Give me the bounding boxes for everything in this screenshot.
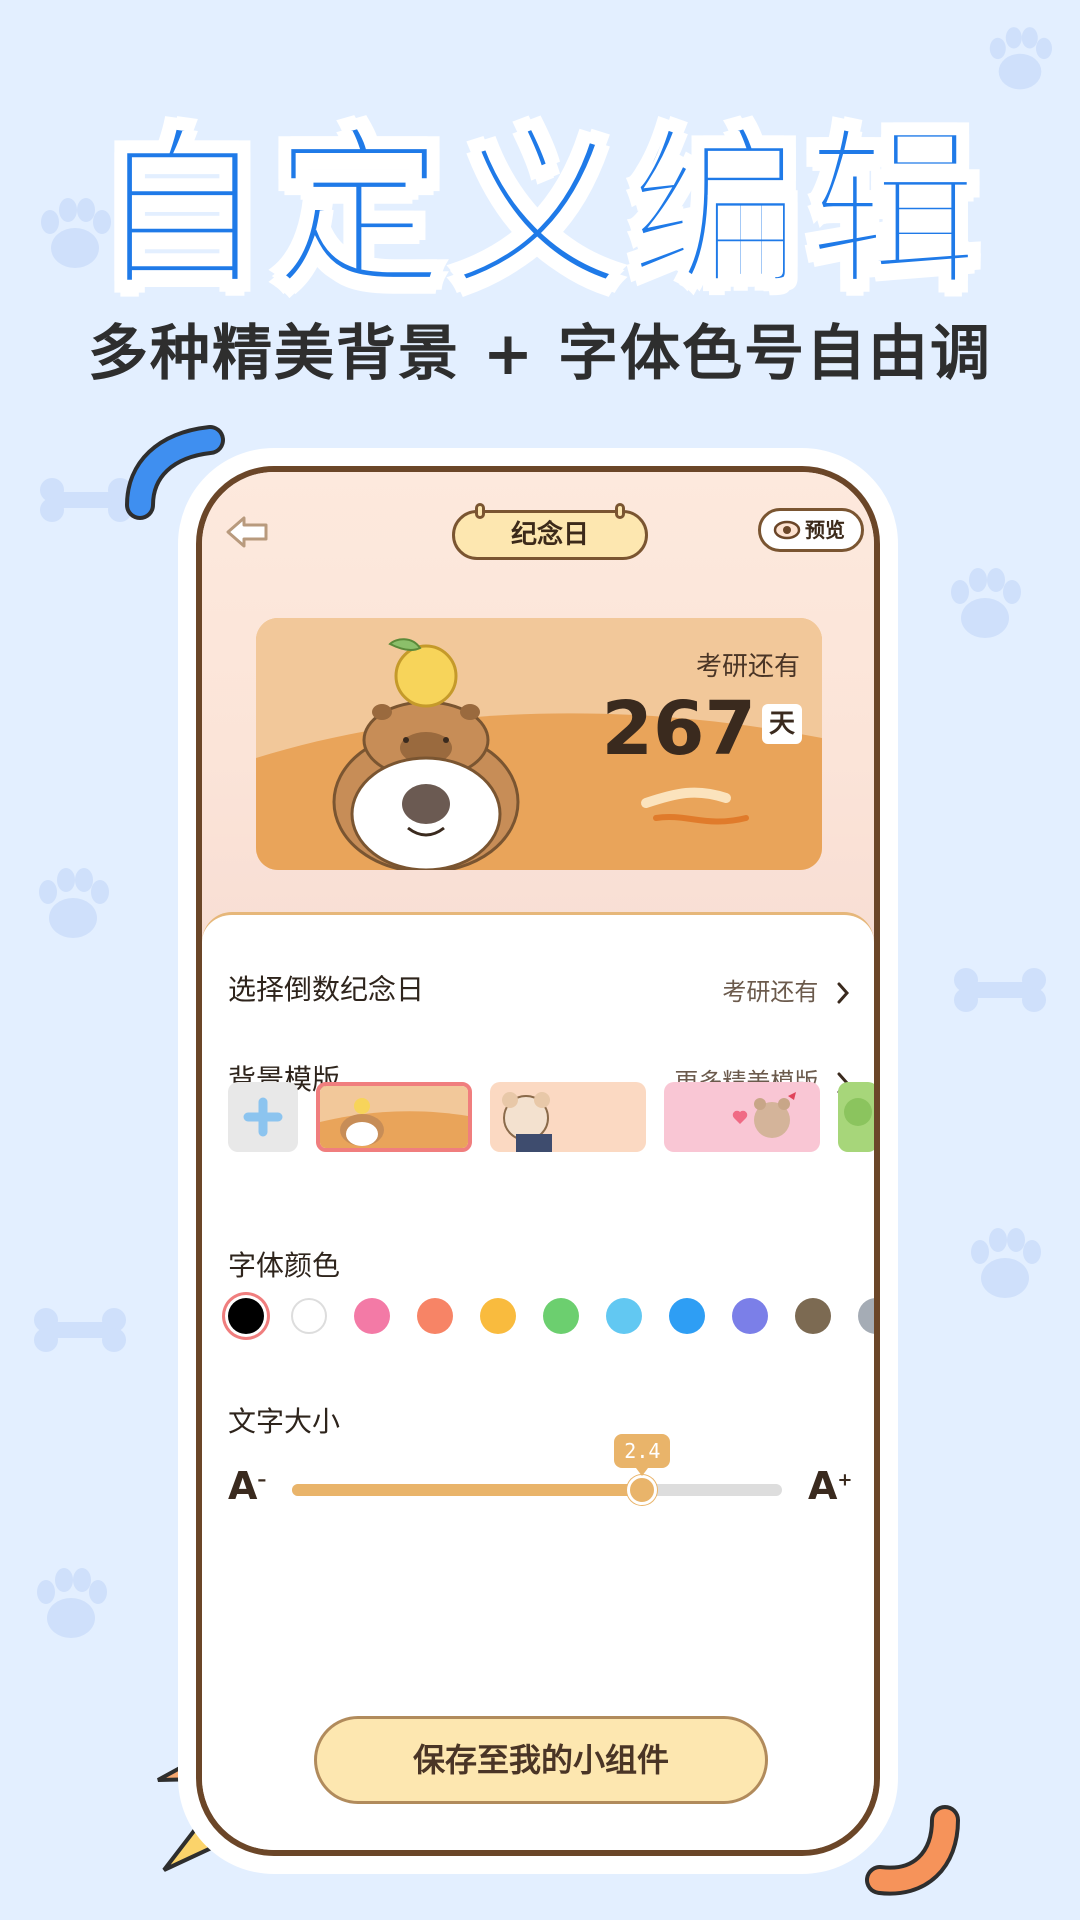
page-title: 纪念日 — [452, 503, 648, 560]
font-color-label: 字体颜色 — [228, 1249, 341, 1282]
promo-headline: 自定义编辑 — [94, 109, 985, 313]
orange-arc-decoration — [865, 1805, 960, 1896]
plus-icon — [243, 1097, 283, 1137]
font-color-swatch[interactable] — [480, 1298, 516, 1334]
countdown-value: 考研还有 — [722, 978, 819, 1006]
template-item-pink-bear[interactable] — [664, 1082, 820, 1152]
bear-thumbnail — [490, 1082, 646, 1152]
paw-print-decoration — [951, 568, 1021, 638]
slider-value-tooltip: 2.4 — [614, 1434, 671, 1476]
slider-fill — [292, 1484, 643, 1496]
ring-icon — [615, 503, 625, 519]
add-template-button[interactable] — [228, 1082, 298, 1152]
font-color-swatch[interactable] — [354, 1298, 390, 1334]
page-title-text: 纪念日 — [510, 520, 589, 550]
font-color-swatch[interactable] — [858, 1298, 874, 1334]
capybara-illustration — [332, 638, 520, 870]
bone-decoration — [954, 968, 1046, 1012]
bone-decoration — [34, 1308, 126, 1352]
font-color-swatch[interactable] — [543, 1298, 579, 1334]
template-item-green[interactable] — [838, 1082, 874, 1152]
font-color-swatch[interactable] — [795, 1298, 831, 1334]
settings-panel — [202, 912, 874, 1850]
slider-knob[interactable] — [627, 1475, 658, 1505]
font-color-swatch[interactable] — [606, 1298, 642, 1334]
font-color-swatch[interactable] — [417, 1298, 453, 1334]
widget-event-label: 考研还有 — [695, 652, 800, 682]
font-color-palette — [228, 1298, 874, 1342]
paw-print-decoration — [39, 868, 109, 938]
promo-subline: 多种精美背景 + 字体色号自由调 — [87, 319, 993, 389]
paw-print-decoration — [37, 1568, 107, 1638]
countdown-selector[interactable]: 考研还有 — [722, 972, 850, 1007]
font-size-control: A– 2.4 A+ — [228, 1428, 858, 1508]
font-color-swatch[interactable] — [669, 1298, 705, 1334]
phone-frame: 纪念日 预览 考研还有 267 天 选择倒数纪念日 考研还有 背景模版 字体颜色… — [196, 466, 880, 1856]
template-item-capybara-selected[interactable] — [316, 1082, 472, 1152]
font-color-swatch[interactable] — [732, 1298, 768, 1334]
preview-label: 预览 — [805, 518, 845, 542]
save-to-widget-button[interactable]: 保存至我的小组件 — [314, 1716, 768, 1804]
template-item-bear[interactable] — [490, 1082, 646, 1152]
widget-days-unit: 天 — [762, 704, 802, 744]
widget-days-count: 267 — [601, 686, 756, 772]
preview-button[interactable]: 预览 — [758, 508, 864, 552]
a-plus-glyph: A — [808, 1464, 838, 1508]
pink-bear-thumbnail — [664, 1082, 820, 1152]
capybara-thumbnail — [320, 1086, 468, 1148]
font-size-slider[interactable]: 2.4 — [292, 1434, 782, 1505]
font-color-swatch[interactable] — [228, 1298, 264, 1334]
template-list — [228, 1082, 874, 1152]
increase-font-size-button[interactable]: A+ — [808, 1464, 853, 1508]
back-arrow-icon[interactable] — [222, 512, 272, 552]
a-minus-glyph: A — [228, 1464, 258, 1508]
paw-print-decoration — [971, 1228, 1041, 1298]
green-thumbnail — [838, 1082, 874, 1152]
countdown-label: 选择倒数纪念日 — [228, 973, 425, 1006]
chevron-right-icon — [837, 982, 850, 1004]
widget-preview: 考研还有 267 天 — [256, 618, 822, 870]
font-color-swatch[interactable] — [291, 1298, 327, 1334]
ring-icon — [475, 503, 485, 519]
eye-icon — [773, 520, 801, 540]
decrease-font-size-button[interactable]: A– — [228, 1464, 266, 1508]
